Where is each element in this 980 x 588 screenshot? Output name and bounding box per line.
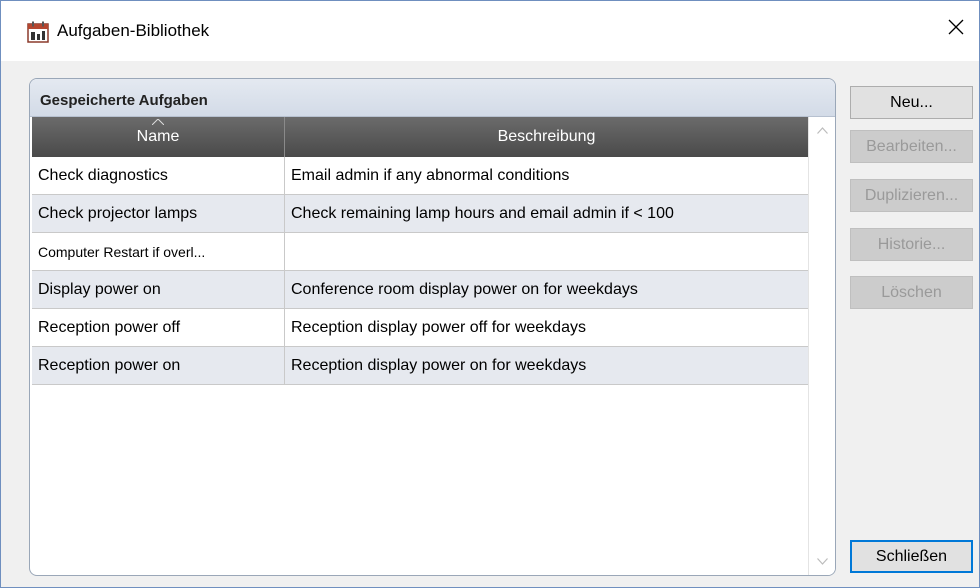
cell-description: Email admin if any abnormal conditions <box>291 166 570 184</box>
cell-description: Reception display power off for weekdays <box>291 318 586 336</box>
cell-description <box>285 233 808 270</box>
column-label-description: Beschreibung <box>497 128 596 145</box>
cell-name: Display power on <box>32 271 285 308</box>
history-button[interactable]: Historie... <box>850 228 973 261</box>
edit-button[interactable]: Bearbeiten... <box>850 130 973 163</box>
scroll-down-icon[interactable] <box>817 558 828 565</box>
table-row[interactable]: Display power on Conference room display… <box>32 271 808 309</box>
sort-ascending-icon <box>152 119 164 125</box>
title-bar: Aufgaben-Bibliothek <box>1 1 979 61</box>
close-button[interactable] <box>933 9 979 49</box>
column-header-name[interactable]: Name <box>32 117 285 157</box>
new-button[interactable]: Neu... <box>850 86 973 119</box>
cell-name: Computer Restart if overl... <box>32 233 285 270</box>
cell-name: Check projector lamps <box>32 195 285 232</box>
table-row[interactable]: Check diagnostics Email admin if any abn… <box>32 157 808 195</box>
table-row[interactable]: Reception power off Reception display po… <box>32 309 808 347</box>
cell-name: Reception power off <box>32 309 285 346</box>
table-body: Check diagnostics Email admin if any abn… <box>32 157 808 385</box>
table-header: Name Beschreibung <box>32 117 808 157</box>
window-title: Aufgaben-Bibliothek <box>57 21 210 40</box>
table-row[interactable]: Reception power on Reception display pow… <box>32 347 808 385</box>
calendar-tasks-icon <box>27 21 49 43</box>
cell-name: Reception power on <box>32 347 285 384</box>
delete-button[interactable]: Löschen <box>850 276 973 309</box>
cell-description: Check remaining lamp hours and email adm… <box>291 204 674 222</box>
table-row[interactable]: Check projector lamps Check remaining la… <box>32 195 808 233</box>
column-header-description[interactable]: Beschreibung <box>285 117 808 157</box>
scroll-up-icon[interactable] <box>817 127 828 134</box>
cell-description: Conference room display power on for wee… <box>291 280 638 298</box>
close-icon <box>948 19 964 40</box>
cell-description: Reception display power on for weekdays <box>291 356 587 374</box>
tasks-table: Name Beschreibung Check diagnostics Emai… <box>32 117 808 385</box>
saved-tasks-group: Gespeicherte Aufgaben Name Beschreibung … <box>29 78 836 576</box>
column-label-name: Name <box>136 128 180 145</box>
group-title: Gespeicherte Aufgaben <box>30 79 835 117</box>
vertical-scrollbar[interactable] <box>808 117 835 575</box>
cell-name: Check diagnostics <box>32 157 285 194</box>
close-dialog-button[interactable]: Schließen <box>850 540 973 573</box>
table-row[interactable]: Computer Restart if overl... <box>32 233 808 271</box>
duplicate-button[interactable]: Duplizieren... <box>850 179 973 212</box>
